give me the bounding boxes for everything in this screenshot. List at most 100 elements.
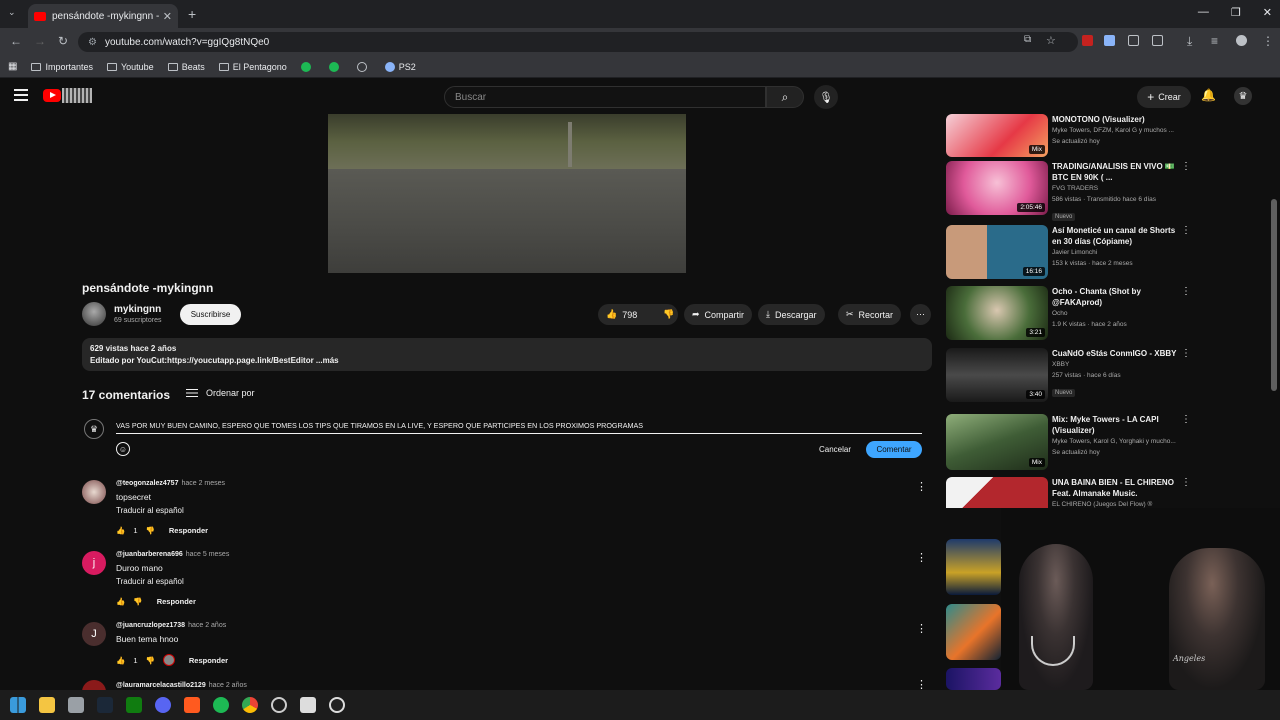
thumbs-up-icon[interactable]: 👍 <box>116 597 125 606</box>
reply-button[interactable]: Responder <box>169 526 208 535</box>
comment-menu-icon[interactable]: ⋮ <box>916 680 927 690</box>
file-explorer-icon[interactable] <box>39 697 55 713</box>
new-tab-icon[interactable]: + <box>188 6 196 22</box>
reading-list-icon[interactable]: ≡ <box>1211 34 1218 48</box>
browser-menu-icon[interactable]: ⋮ <box>1262 34 1274 48</box>
close-window-icon[interactable]: ✕ <box>1263 6 1272 19</box>
windows-start-icon[interactable] <box>10 697 26 713</box>
comment-time[interactable]: hace 2 meses <box>181 480 225 487</box>
recommendation-menu-icon[interactable]: ⋮ <box>1181 477 1191 488</box>
media-player-icon[interactable] <box>329 697 345 713</box>
video-thumbnail[interactable] <box>946 604 1001 660</box>
cancel-comment-button[interactable]: Cancelar <box>812 441 858 458</box>
reply-button[interactable]: Responder <box>157 597 196 606</box>
channel-logo[interactable] <box>62 88 92 103</box>
more-actions-button[interactable]: ⋯ <box>910 304 931 325</box>
recommended-video[interactable] <box>946 539 1001 597</box>
translate-link[interactable]: Traducir al español <box>116 577 184 586</box>
bookmark-ps2[interactable]: PS2 <box>384 61 416 72</box>
app-icon[interactable] <box>213 697 229 713</box>
thumbs-down-icon[interactable]: 👎 <box>146 526 155 535</box>
bookmark-star-icon[interactable]: ☆ <box>1046 34 1056 47</box>
extension-icon[interactable] <box>1082 35 1093 46</box>
recommendation-menu-icon[interactable]: ⋮ <box>1181 348 1191 359</box>
video-thumbnail[interactable]: 2:05:46 <box>946 161 1048 215</box>
thumbs-down-icon[interactable]: 👎 <box>133 597 142 606</box>
video-thumbnail[interactable] <box>946 477 1048 508</box>
comment-time[interactable]: hace 2 años <box>188 622 226 629</box>
video-thumbnail[interactable]: Mix <box>946 414 1048 470</box>
notifications-bell-icon[interactable]: 🔔 <box>1201 88 1216 102</box>
download-icon[interactable]: ⤓ <box>1187 34 1192 49</box>
page-scrollbar[interactable] <box>1271 199 1277 391</box>
video-thumbnail[interactable]: Mix <box>946 114 1048 157</box>
comment-time[interactable]: hace 5 meses <box>186 551 230 558</box>
calculator-icon[interactable] <box>68 697 84 713</box>
create-button[interactable]: + Crear <box>1137 86 1191 108</box>
download-button[interactable]: ⤓ Descargar <box>758 304 825 325</box>
recommended-video[interactable]: 16:16 Así Moneticé un canal de Shorts en… <box>946 225 1191 283</box>
profile-icon[interactable] <box>1236 35 1247 46</box>
recommended-video[interactable]: 3:40 CuaNdO eStás ConmIGO - XBBY XBBY 25… <box>946 348 1191 406</box>
comment-time[interactable]: hace 2 años <box>209 682 247 689</box>
channel-name[interactable]: mykingnn <box>114 304 161 315</box>
site-info-icon[interactable]: ⚙ <box>88 37 97 48</box>
tab-search-icon[interactable]: ⌄ <box>8 7 16 18</box>
search-input[interactable]: Buscar <box>444 86 766 108</box>
steam-icon[interactable] <box>97 697 113 713</box>
description-box[interactable]: 629 vistas hace 2 años Editado por YouCu… <box>82 338 932 371</box>
commenter-handle[interactable]: @lauramarcelacastillo2129 <box>116 682 206 689</box>
clip-button[interactable]: ✂ Recortar <box>838 304 902 325</box>
chrome-icon[interactable] <box>242 697 258 713</box>
comment-menu-icon[interactable]: ⋮ <box>916 622 927 635</box>
recommended-video[interactable] <box>946 668 1001 690</box>
thumbs-up-icon[interactable]: 👍 <box>116 526 125 535</box>
voice-search-button[interactable]: 🎙 <box>814 85 838 109</box>
subscribe-button[interactable]: Suscribirse <box>180 304 241 325</box>
video-player[interactable] <box>328 114 686 273</box>
address-bar[interactable]: ⚙ youtube.com/watch?v=ggIQg8tNQe0 <box>78 32 1078 52</box>
bookmark-site[interactable] <box>356 61 371 72</box>
emoji-button[interactable]: ☺ <box>116 442 130 456</box>
translate-link[interactable]: Traducir al español <box>116 506 184 515</box>
bookmark-folder-youtube[interactable]: Youtube <box>106 62 154 72</box>
video-thumbnail[interactable]: 16:16 <box>946 225 1048 279</box>
commenter-avatar[interactable] <box>82 680 106 690</box>
recommendation-menu-icon[interactable]: ⋮ <box>1181 414 1191 425</box>
commenter-handle[interactable]: @juancruzlopez1738 <box>116 622 185 629</box>
commenter-avatar[interactable] <box>82 480 106 504</box>
extensions-puzzle-icon[interactable] <box>1152 35 1163 46</box>
bookmark-folder-el-pentagono[interactable]: El Pentagono <box>218 62 287 72</box>
minimize-icon[interactable]: — <box>1198 6 1209 19</box>
reply-button[interactable]: Responder <box>189 656 228 665</box>
bookmark-folder-importantes[interactable]: Importantes <box>31 62 93 72</box>
commenter-avatar[interactable]: J <box>82 622 106 646</box>
apps-icon[interactable]: ▦ <box>8 61 17 72</box>
video-thumbnail[interactable]: 3:40 <box>946 348 1048 402</box>
commenter-handle[interactable]: @teogonzalez4757 <box>116 480 178 487</box>
youtube-logo-icon[interactable] <box>43 89 61 102</box>
recommended-video[interactable]: 2:05:46 TRADING/ANALISIS EN VIVO 💵 BTC E… <box>946 161 1191 221</box>
dislike-button[interactable]: 👎 <box>655 304 682 325</box>
submit-comment-button[interactable]: Comentar <box>866 441 922 458</box>
bookmark-folder-beats[interactable]: Beats <box>167 62 205 72</box>
browser-tab-active[interactable]: pensándote -mykingnn - YouTube ✕ <box>28 4 178 28</box>
comment-menu-icon[interactable]: ⋮ <box>916 480 927 493</box>
video-thumbnail[interactable] <box>946 539 1001 595</box>
recommended-video[interactable]: 3:21 Ocho - Chanta (Shot by @FAKAprod) O… <box>946 286 1191 344</box>
video-thumbnail[interactable] <box>946 668 1001 690</box>
extension-icon[interactable] <box>1104 35 1115 46</box>
install-icon[interactable]: ⧉ <box>1024 34 1031 45</box>
notepad-icon[interactable] <box>300 697 316 713</box>
search-button[interactable]: ⌕ <box>766 86 804 108</box>
recommended-video[interactable] <box>946 604 1001 662</box>
recommended-video[interactable]: Mix Mix: Myke Towers - LA CAPI (Visualiz… <box>946 414 1191 472</box>
thumbs-down-icon[interactable]: 👎 <box>146 656 155 665</box>
sort-comments-button[interactable]: Ordenar por <box>186 388 255 398</box>
back-icon[interactable]: ← <box>10 34 22 48</box>
bookmark-site[interactable] <box>328 61 343 72</box>
account-avatar[interactable]: ♛ <box>1234 87 1252 105</box>
like-button[interactable]: 👍 798 <box>598 304 645 325</box>
recommendation-menu-icon[interactable]: ⋮ <box>1181 161 1191 172</box>
xbox-icon[interactable] <box>126 697 142 713</box>
